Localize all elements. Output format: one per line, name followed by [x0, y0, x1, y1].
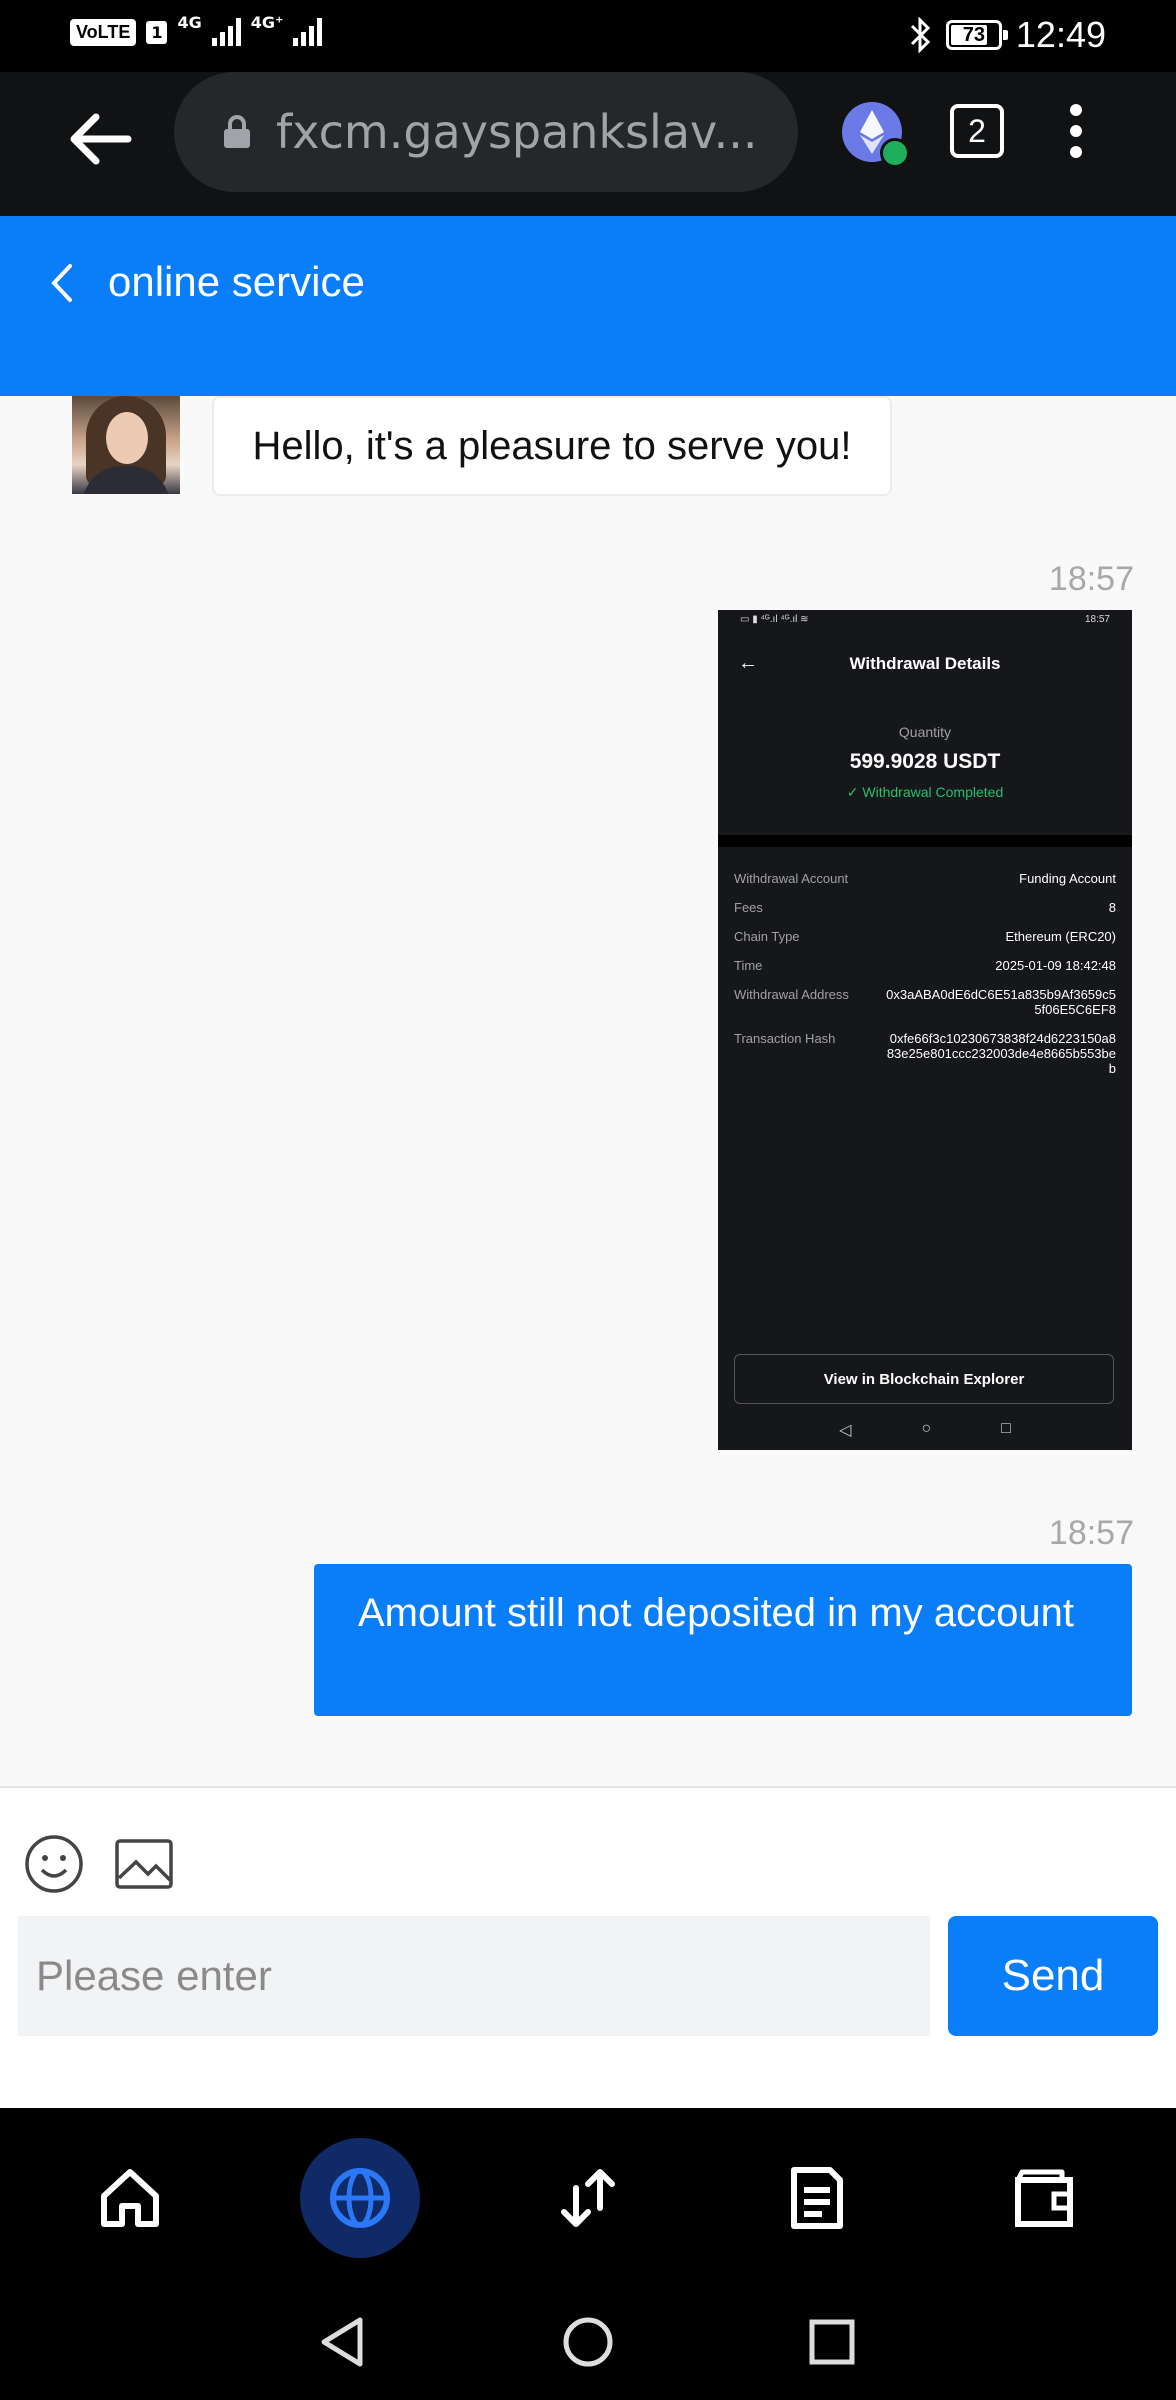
browser-toolbar: fxcm.gayspankslav... 2 — [0, 72, 1176, 216]
blockchain-explorer-button: View in Blockchain Explorer — [734, 1354, 1114, 1404]
quantity-label: Quantity — [898, 724, 952, 740]
url-text: fxcm.gayspankslav... — [276, 105, 758, 159]
detail-row: Chain Type Ethereum (ERC20) — [734, 929, 1116, 944]
tab-home[interactable] — [70, 2138, 190, 2258]
system-navigation-bar — [0, 2286, 1176, 2400]
quantity-value: 599.9028 USDT — [849, 750, 1001, 773]
bluetooth-icon — [910, 17, 931, 53]
screenshot-header: ← Withdrawal Details — [718, 634, 1132, 694]
row-value: 8 — [1108, 900, 1116, 915]
sim-indicator: 1 — [146, 20, 168, 44]
row-value: 0x3aABA0dE6dC6E51a835b9Af3659c55f06E5C6E… — [886, 987, 1116, 1017]
row-key: Transaction Hash — [734, 1031, 836, 1046]
battery-level: 73 — [962, 23, 986, 46]
row-value: Funding Account — [1019, 871, 1116, 886]
tab-trade[interactable] — [528, 2138, 648, 2258]
detail-row: Withdrawal Address 0x3aABA0dE6dC6E51a835b… — [734, 987, 1116, 1017]
screenshot-title: Withdrawal Details — [849, 654, 1001, 673]
wallet-icon — [1015, 2169, 1073, 2227]
browser-back-icon[interactable] — [66, 106, 138, 172]
nav-recents-icon[interactable] — [808, 2318, 856, 2366]
nav-back-icon[interactable] — [318, 2314, 366, 2370]
status-bar: VoLTE 1 4G 4G⁺ 73 12:49 — [0, 0, 1176, 72]
row-value: 2025-01-09 18:42:48 — [995, 958, 1116, 973]
signal-icon — [211, 18, 241, 46]
screenshot-nav-bar: ◁ ○ □ — [839, 1420, 1011, 1439]
row-value: 0xfe66f3c10230673838f24d6223150a883e25e8… — [886, 1031, 1116, 1076]
withdrawal-status-text: Withdrawal Completed — [862, 784, 1004, 800]
address-bar[interactable]: fxcm.gayspankslav... — [174, 72, 798, 192]
message-timestamp: 18:57 — [1048, 1514, 1134, 1552]
status-left: VoLTE 1 4G 4G⁺ — [70, 13, 323, 46]
attached-screenshot[interactable]: ▭ ▮ ⁴ᴳ.ıl ⁴ᴳ.ıl ≋ 18:57 ← Withdrawal Deta… — [718, 610, 1132, 1450]
tab-orders[interactable] — [756, 2138, 876, 2258]
row-key: Withdrawal Address — [734, 987, 849, 1002]
detail-row: Fees 8 — [734, 900, 1116, 915]
withdrawal-status: ✓ Withdrawal Completed — [846, 784, 1004, 800]
image-upload-icon[interactable] — [114, 1836, 174, 1892]
message-input[interactable] — [18, 1916, 930, 2036]
agent-message: Hello, it's a pleasure to serve you! — [212, 396, 892, 496]
row-value: Ethereum (ERC20) — [1005, 929, 1116, 944]
agent-avatar — [72, 396, 180, 494]
chat-messages[interactable]: Hello, it's a pleasure to serve you! 18:… — [0, 396, 1176, 1786]
globe-icon — [330, 2168, 390, 2228]
detail-rows: Withdrawal Account Funding Account Fees 8 … — [718, 847, 1132, 1076]
network-type-1: 4G — [177, 12, 202, 32]
detail-row: Transaction Hash 0xfe66f3c10230673838f24d… — [734, 1031, 1116, 1076]
volte-indicator: VoLTE — [70, 18, 137, 46]
detail-row: Withdrawal Account Funding Account — [734, 871, 1116, 886]
tab-wallet[interactable] — [984, 2138, 1104, 2258]
clock: 12:49 — [1015, 14, 1106, 55]
more-menu-icon[interactable] — [1066, 104, 1086, 164]
bottom-tab-bar — [0, 2108, 1176, 2286]
tab-market[interactable] — [300, 2138, 420, 2258]
tab-switcher-button[interactable]: 2 — [950, 104, 1004, 158]
status-right: 73 12:49 — [908, 14, 1106, 56]
chat-header: online service — [0, 216, 1176, 396]
screenshot-time: 18:57 — [1084, 614, 1110, 625]
message-composer: Send — [0, 1786, 1176, 2108]
row-key: Time — [734, 958, 763, 973]
send-button[interactable]: Send — [948, 1916, 1158, 2036]
nav-home-icon[interactable] — [562, 2316, 614, 2368]
battery-icon: 73 — [945, 20, 1008, 50]
row-key: Fees — [734, 900, 763, 915]
home-icon — [101, 2169, 159, 2227]
row-key: Withdrawal Account — [734, 871, 849, 886]
divider — [718, 835, 1132, 847]
emoji-icon[interactable] — [24, 1834, 84, 1894]
transfer-arrows-icon — [561, 2169, 615, 2227]
network-type-2: 4G⁺ — [250, 12, 284, 32]
row-key: Chain Type — [734, 929, 800, 944]
user-message: Amount still not deposited in my account — [314, 1564, 1132, 1716]
lock-icon — [224, 115, 250, 148]
detail-row: Time 2025-01-09 18:42:48 — [734, 958, 1116, 973]
screenshot-status-bar: ▭ ▮ ⁴ᴳ.ıl ⁴ᴳ.ıl ≋ 18:57 — [718, 610, 1132, 634]
signal-icon-2 — [293, 18, 323, 46]
back-chevron-icon[interactable] — [44, 256, 80, 310]
message-timestamp: 18:57 — [1048, 560, 1134, 598]
screenshot-back-icon: ← — [738, 652, 758, 674]
page-title: online service — [108, 258, 365, 305]
document-icon — [791, 2167, 843, 2229]
connected-dot — [880, 138, 910, 168]
